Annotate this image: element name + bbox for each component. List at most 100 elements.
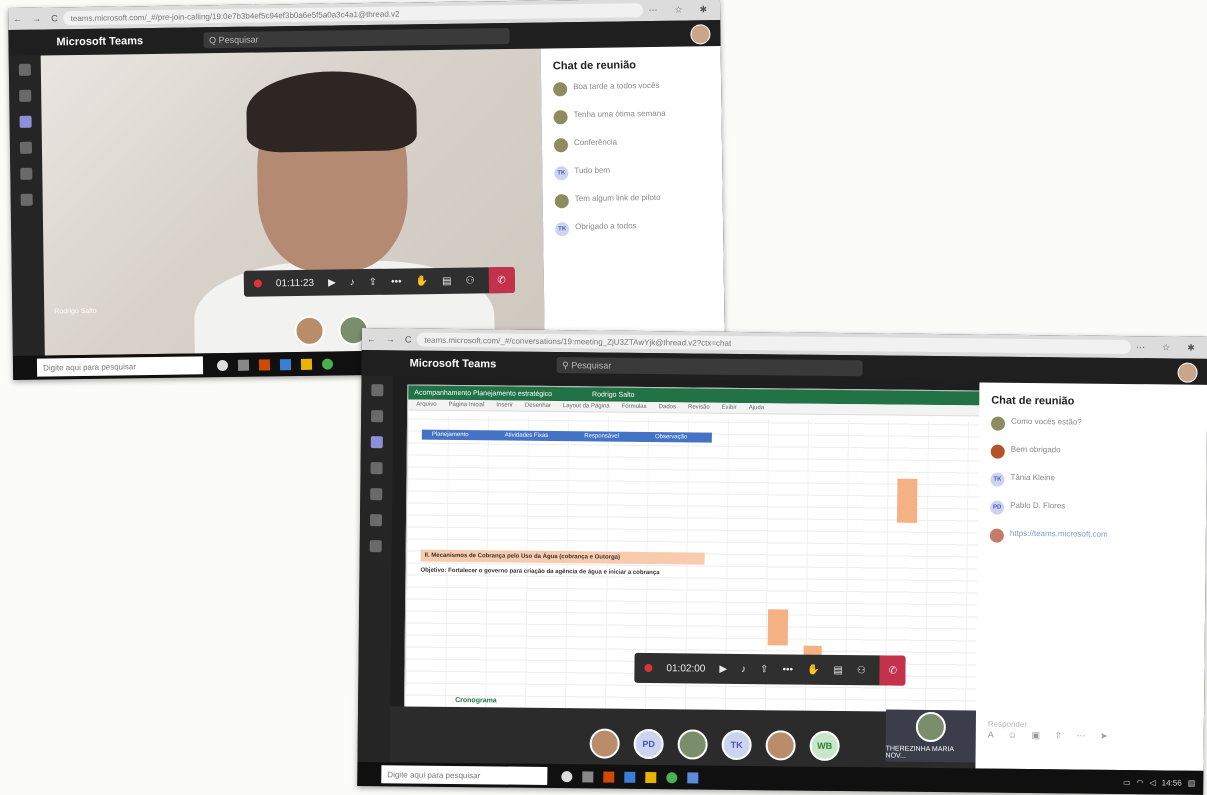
participant-thumb[interactable] bbox=[765, 730, 796, 761]
chrome-icon[interactable] bbox=[321, 357, 334, 370]
files-icon[interactable] bbox=[20, 193, 33, 206]
screenshot-2: ← → C teams.microsoft.com/_#/conversatio… bbox=[357, 328, 1207, 795]
chat-title: Chat de reunião bbox=[552, 59, 637, 73]
participant-thumb[interactable] bbox=[589, 728, 620, 759]
reload-icon[interactable]: C bbox=[405, 334, 412, 344]
activity-icon[interactable] bbox=[18, 63, 31, 76]
sheet-tab-cronograma[interactable]: Cronograma bbox=[455, 697, 497, 704]
star-icon[interactable]: ☆ bbox=[1162, 342, 1170, 353]
explorer-icon[interactable] bbox=[300, 358, 313, 370]
avatar-tk: TK bbox=[554, 166, 569, 181]
raise-hand-icon[interactable]: ✋ bbox=[416, 276, 429, 287]
search-input[interactable]: Q Pesquisar bbox=[202, 28, 510, 49]
explorer-icon[interactable] bbox=[645, 771, 657, 783]
chat-toggle-icon[interactable]: ▤ bbox=[833, 664, 843, 675]
camera-icon[interactable]: ▶ bbox=[328, 277, 336, 288]
back-icon[interactable]: ← bbox=[367, 334, 376, 344]
participants-icon[interactable]: ⚇ bbox=[857, 665, 866, 676]
battery-icon: ▭ bbox=[1122, 777, 1131, 787]
forward-icon[interactable]: → bbox=[386, 334, 395, 344]
call-timer: 01:11:23 bbox=[275, 277, 315, 289]
avatar-tk: TK bbox=[990, 472, 1005, 487]
activity-icon[interactable] bbox=[371, 384, 384, 397]
ribbon-tab[interactable]: Arquivo bbox=[416, 402, 436, 408]
hangup-button[interactable]: ✆ bbox=[488, 266, 515, 294]
forward-icon[interactable]: → bbox=[32, 14, 41, 24]
video-stage: Rodrigo Salto bbox=[40, 48, 545, 356]
office-icon[interactable] bbox=[258, 358, 271, 371]
taskbar-search[interactable]: Digite aqui para pesquisar bbox=[36, 356, 204, 377]
mic-icon[interactable]: ♪ bbox=[741, 663, 746, 674]
chat-toggle-icon[interactable]: ▤ bbox=[442, 275, 452, 286]
active-speaker-tile[interactable]: THEREZINHA MARIA NOV... bbox=[885, 709, 977, 763]
chat-message: Tenha uma ótima semana bbox=[553, 108, 713, 125]
more-icon[interactable]: ⋯ bbox=[648, 4, 657, 15]
teams-icon[interactable] bbox=[19, 115, 32, 128]
ribbon-tab[interactable]: Exibir bbox=[722, 405, 737, 411]
edge-icon[interactable] bbox=[279, 358, 292, 370]
task-view-icon[interactable] bbox=[237, 359, 250, 371]
ribbon-tab[interactable]: Dados bbox=[659, 404, 676, 410]
cortana-icon[interactable] bbox=[216, 359, 229, 371]
chrome-icon[interactable] bbox=[666, 771, 678, 783]
share-icon[interactable]: ⇪ bbox=[369, 276, 378, 287]
ribbon-tab[interactable]: Desenhar bbox=[525, 403, 551, 409]
ribbon-tab[interactable]: Revisão bbox=[688, 404, 710, 410]
ribbon-tab[interactable]: Inserir bbox=[496, 402, 513, 408]
chat-icon[interactable] bbox=[19, 89, 32, 102]
back-icon[interactable]: ← bbox=[13, 14, 22, 24]
search-input[interactable]: ⚲ Pesquisar bbox=[556, 357, 863, 377]
participant-thumb-pd[interactable]: PD bbox=[633, 728, 664, 760]
header-row: Planejamento Atividades Fixas Responsáve… bbox=[421, 429, 712, 443]
star-icon[interactable]: ☆ bbox=[674, 4, 682, 15]
app-rail bbox=[8, 55, 45, 356]
chat-message: Como vocês estão? bbox=[990, 416, 1199, 433]
participant-thumb-wb[interactable]: WB bbox=[809, 730, 840, 762]
participant-thumb[interactable] bbox=[294, 315, 325, 347]
participant-thumb[interactable] bbox=[677, 729, 708, 760]
avatar[interactable] bbox=[690, 24, 711, 45]
reload-icon[interactable]: C bbox=[51, 13, 58, 23]
apps-icon[interactable] bbox=[369, 540, 382, 553]
avatar bbox=[990, 444, 1005, 459]
ribbon-tab[interactable]: Ajuda bbox=[749, 405, 764, 411]
gantt-bar bbox=[896, 478, 918, 523]
hangup-button[interactable]: ✆ bbox=[879, 655, 907, 686]
participant-thumbnails: PD TK WB bbox=[589, 728, 840, 762]
calendar-icon[interactable] bbox=[370, 462, 383, 475]
files-icon[interactable] bbox=[369, 514, 383, 527]
extension-icon[interactable]: ✱ bbox=[699, 4, 707, 15]
more-icon[interactable]: ⋯ bbox=[1136, 342, 1145, 353]
avatar bbox=[989, 528, 1004, 543]
avatar[interactable] bbox=[1177, 362, 1198, 383]
share-icon[interactable]: ⇪ bbox=[760, 664, 769, 675]
chat-input[interactable]: Responder bbox=[988, 720, 1027, 729]
camera-icon[interactable]: ▶ bbox=[719, 663, 727, 674]
meeting-chat: Chat de reunião Boa tarde a todos vocês … bbox=[540, 46, 725, 349]
app-icon[interactable] bbox=[687, 771, 699, 784]
volume-icon: ◁ bbox=[1149, 777, 1156, 787]
raise-hand-icon[interactable]: ✋ bbox=[807, 664, 820, 675]
edge-icon[interactable] bbox=[624, 771, 636, 783]
taskbar-search[interactable]: Digite aqui para pesquisar bbox=[381, 765, 548, 785]
mic-icon[interactable]: ♪ bbox=[350, 277, 355, 288]
extension-icon[interactable]: ✱ bbox=[1187, 342, 1195, 353]
avatar-pd: PD bbox=[990, 500, 1005, 515]
calls-icon[interactable] bbox=[370, 488, 383, 501]
more-actions-icon[interactable]: ••• bbox=[391, 276, 402, 287]
recording-icon bbox=[644, 663, 653, 673]
chat-format-icons[interactable]: A ☺ ▣ ⇧ ⋯ ➤ bbox=[988, 730, 1114, 742]
ribbon-tab[interactable]: Página Inicial bbox=[449, 402, 485, 408]
office-icon[interactable] bbox=[603, 771, 615, 783]
calendar-icon[interactable] bbox=[19, 141, 33, 154]
participant-thumb-tk[interactable]: TK bbox=[721, 729, 752, 761]
teams-icon[interactable] bbox=[370, 436, 383, 449]
ribbon-tab[interactable]: Layout da Página bbox=[563, 403, 610, 409]
task-view-icon[interactable] bbox=[582, 770, 594, 782]
cortana-icon[interactable] bbox=[561, 770, 573, 782]
chat-icon[interactable] bbox=[371, 410, 384, 423]
participants-icon[interactable]: ⚇ bbox=[465, 275, 474, 286]
ribbon-tab[interactable]: Fórmulas bbox=[622, 404, 647, 410]
more-actions-icon[interactable]: ••• bbox=[782, 664, 793, 675]
calls-icon[interactable] bbox=[20, 167, 33, 180]
